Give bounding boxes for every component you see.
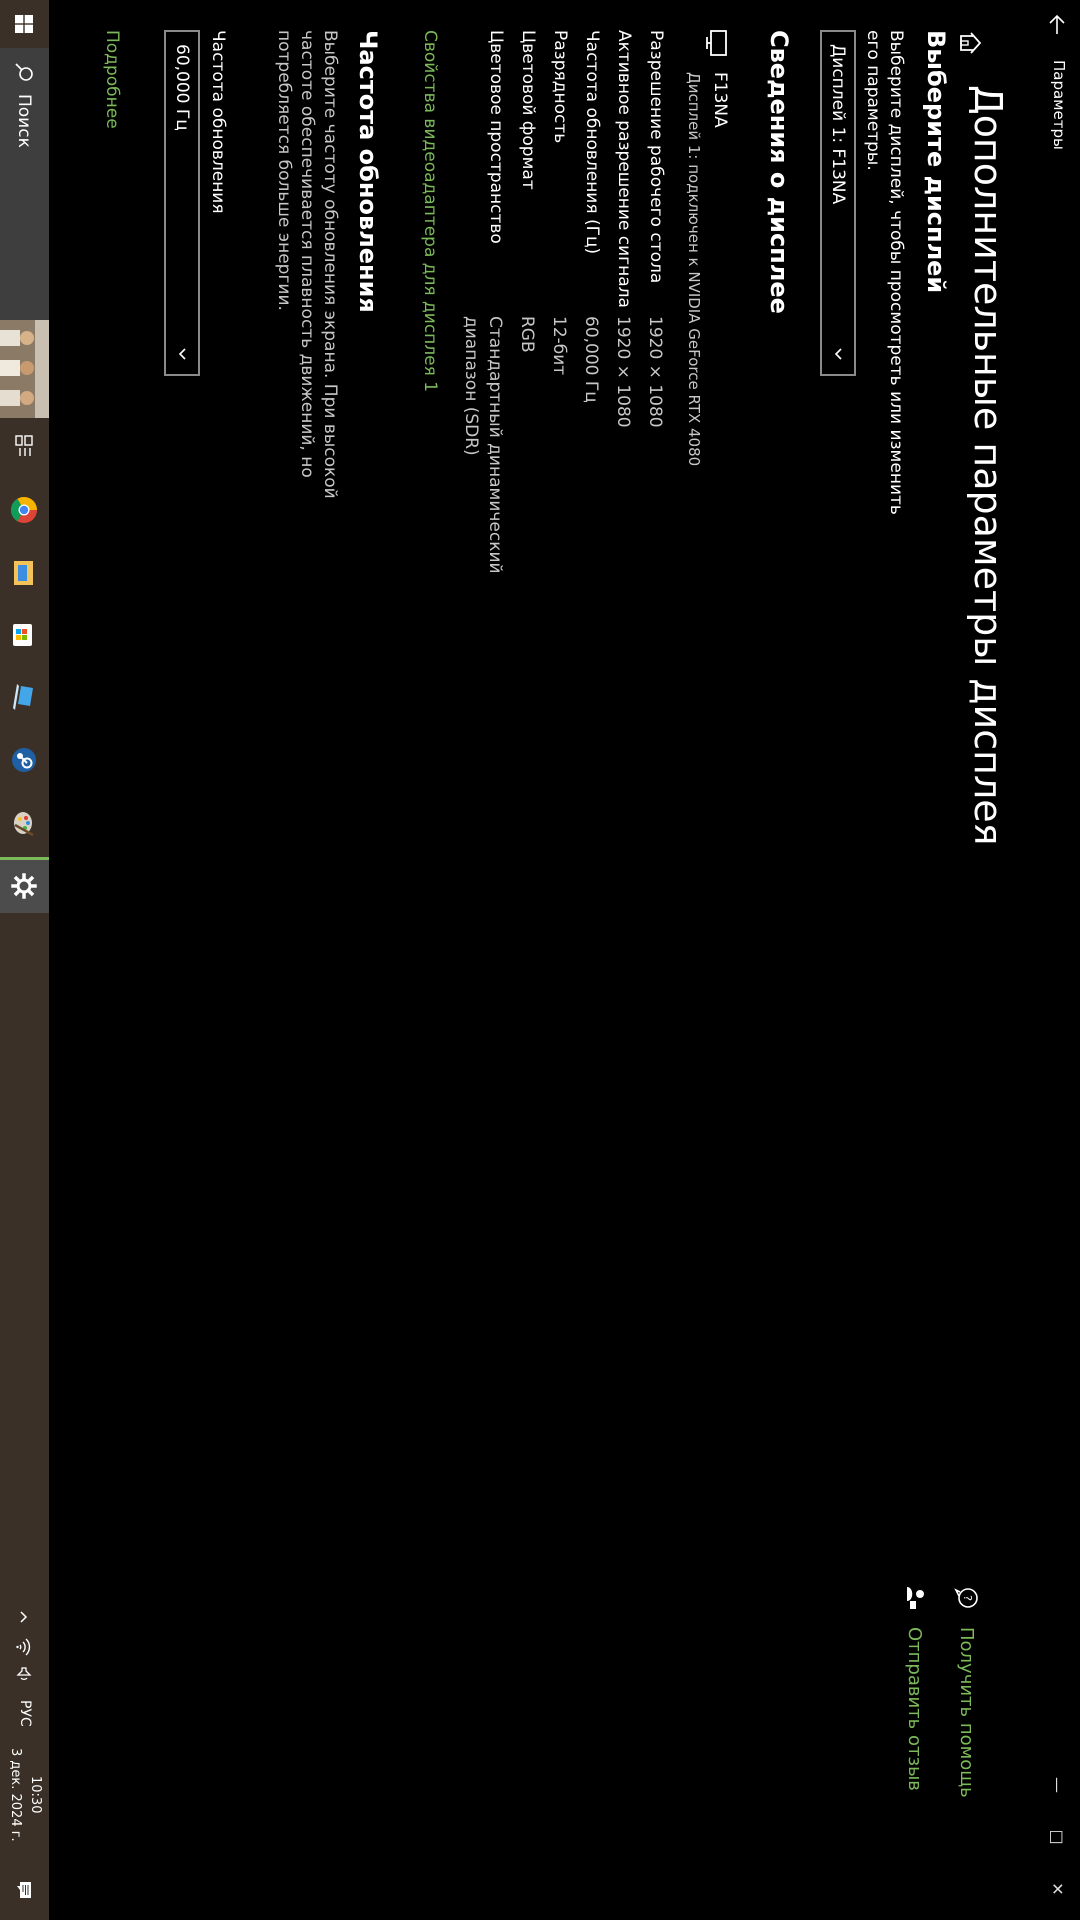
folder-icon xyxy=(14,561,34,585)
feedback-link[interactable]: Отправить отзыв xyxy=(902,1585,928,1798)
refresh-field-label: Частота обновления xyxy=(208,30,228,214)
display-select-value: Дисплей 1: F13NA xyxy=(828,44,848,205)
search-label: Поиск xyxy=(14,94,35,148)
close-button[interactable]: ✕ xyxy=(1044,1874,1072,1904)
app-taskbar-button[interactable] xyxy=(0,670,49,726)
chevron-down-icon xyxy=(178,348,186,360)
adapter-properties-link[interactable]: Свойства видеоадаптера для дисплея 1 xyxy=(420,30,440,392)
speaker-icon xyxy=(16,1667,33,1680)
info-label: Цветовой формат xyxy=(518,30,538,190)
title-bar: Параметры — □ ✕ xyxy=(1036,0,1080,1920)
taskbar: Поиск РУС 10:30 3 дек. 2024 г. xyxy=(0,0,49,1920)
feedback-person-icon xyxy=(907,1587,924,1609)
info-value: 60,000 Гц xyxy=(581,316,601,403)
restore-button[interactable]: □ xyxy=(1044,1822,1072,1852)
search-icon xyxy=(15,63,34,81)
news-thumbnail-icon xyxy=(0,320,49,418)
display-connection: Дисплей 1: подключен к NVIDIA GeForce RT… xyxy=(685,72,703,467)
get-help-link[interactable]: ? Получить помощь xyxy=(954,1585,980,1798)
display-select[interactable]: Дисплей 1: F13NA xyxy=(820,30,856,376)
start-button[interactable] xyxy=(0,0,49,48)
choose-display-description: Выберите дисплей, чтобы просмотреть или … xyxy=(863,30,906,515)
steam-taskbar-button[interactable] xyxy=(0,732,49,788)
info-value: Стандартный динамический диапазон (SDR) xyxy=(461,316,505,574)
svg-text:?: ? xyxy=(961,1595,974,1601)
file-explorer-button[interactable] xyxy=(0,545,49,601)
help-panel: ? Получить помощь Отправить отзыв xyxy=(876,1585,980,1798)
info-label: Частота обновления (Гц) xyxy=(582,30,602,255)
chrome-taskbar-button[interactable] xyxy=(0,482,49,538)
refresh-heading: Частота обновления xyxy=(354,30,382,313)
notification-icon xyxy=(17,1882,32,1898)
info-label: Активное разрешение сигнала xyxy=(614,30,634,308)
refresh-rate-select[interactable]: 60,000 Гц xyxy=(164,30,200,376)
task-view-icon xyxy=(15,435,34,456)
paint-palette-icon xyxy=(14,812,35,836)
refresh-description: Выберите частоту обновления экрана. При … xyxy=(274,30,340,499)
taskbar-search[interactable]: Поиск xyxy=(0,48,49,320)
page-title: Дополнительные параметры дисплея xyxy=(966,85,1010,846)
notifications-button[interactable] xyxy=(0,1870,49,1910)
display-name: F13NA xyxy=(710,72,730,128)
home-icon[interactable] xyxy=(958,30,984,56)
feedback-label: Отправить отзыв xyxy=(904,1627,926,1791)
app-title: Параметры xyxy=(1050,60,1068,150)
refresh-rate-value: 60,000 Гц xyxy=(172,44,192,131)
back-arrow-icon[interactable] xyxy=(1046,14,1068,36)
display-info-heading: Сведения о дисплее xyxy=(765,30,793,314)
settings-taskbar-button[interactable] xyxy=(0,857,49,913)
gear-icon xyxy=(11,873,37,899)
info-label: Разрядность xyxy=(550,30,570,144)
info-label: Цветовое пространство xyxy=(486,30,506,244)
windows-logo-icon xyxy=(15,15,34,33)
help-chat-icon: ? xyxy=(954,1588,978,1608)
microsoft-store-icon xyxy=(13,624,33,646)
network-button[interactable] xyxy=(0,1634,49,1660)
get-help-label: Получить помощь xyxy=(956,1627,978,1798)
monitor-icon xyxy=(706,30,727,56)
learn-more-link[interactable]: Подробнее xyxy=(102,30,122,129)
clock-time[interactable]: 10:30 xyxy=(28,1776,43,1813)
clock-date[interactable]: 3 дек. 2024 г. xyxy=(8,1748,23,1842)
laptop-app-icon xyxy=(13,684,34,710)
info-value: RGB xyxy=(517,316,537,353)
language-indicator[interactable]: РУС xyxy=(17,1700,33,1727)
task-view-button[interactable] xyxy=(0,418,49,474)
wifi-icon xyxy=(16,1638,31,1656)
volume-button[interactable] xyxy=(0,1662,49,1688)
info-value: 1920 × 1080 xyxy=(645,316,665,428)
store-button[interactable] xyxy=(0,607,49,663)
news-widget-tile[interactable] xyxy=(0,320,49,418)
steam-icon xyxy=(12,748,37,772)
paint-taskbar-button[interactable] xyxy=(0,795,49,851)
chevron-down-icon xyxy=(834,348,842,360)
chevron-up-icon xyxy=(20,1611,28,1623)
info-value: 12-бит xyxy=(549,316,569,376)
info-value: 1920 × 1080 xyxy=(613,316,633,428)
minimize-button[interactable]: — xyxy=(1044,1770,1072,1800)
show-hidden-icons-button[interactable] xyxy=(0,1604,49,1630)
chrome-icon xyxy=(11,497,38,523)
choose-display-heading: Выберите дисплей xyxy=(922,30,950,294)
info-label: Разрешение рабочего стола xyxy=(646,30,666,284)
